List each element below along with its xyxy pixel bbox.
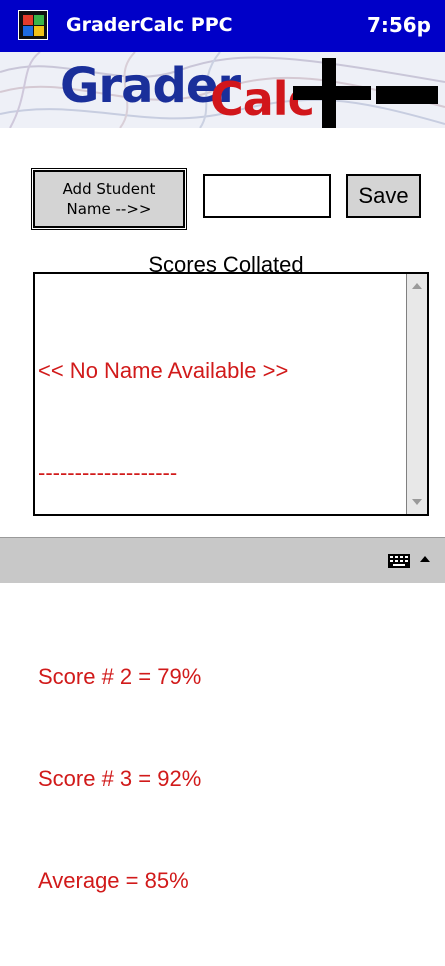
minus-symbol xyxy=(376,86,438,104)
list-item[interactable]: << No Name Available >> xyxy=(38,354,404,388)
title-bar: GraderCalc PPC 7:56p xyxy=(0,0,445,52)
scores-list: << No Name Available >> ----------------… xyxy=(38,286,404,966)
list-item[interactable]: Score # 2 = 79% xyxy=(38,660,404,694)
save-button[interactable]: Save xyxy=(346,174,421,218)
list-item[interactable]: ------------------- xyxy=(38,456,404,490)
clock[interactable]: 7:56p xyxy=(367,13,431,37)
logo-banner: Grader Calc xyxy=(0,52,445,128)
keyboard-icon[interactable] xyxy=(388,554,410,568)
add-student-name-button[interactable]: Add Student Name -->> xyxy=(31,168,187,230)
scroll-down-button[interactable] xyxy=(407,490,427,514)
windows-flag-icon[interactable] xyxy=(18,10,48,40)
app-title: GraderCalc PPC xyxy=(66,14,233,36)
chevron-up-icon xyxy=(412,283,422,289)
list-item[interactable]: Average = 85% xyxy=(38,864,404,898)
input-panel-arrow-icon[interactable] xyxy=(420,556,430,562)
vertical-scrollbar[interactable] xyxy=(406,274,427,514)
command-bar xyxy=(0,537,445,583)
chevron-down-icon xyxy=(412,499,422,505)
add-student-label-line1: Add Student xyxy=(62,180,156,198)
scroll-up-button[interactable] xyxy=(407,274,427,298)
plus-symbol-bar xyxy=(293,86,371,100)
scores-list-box[interactable]: << No Name Available >> ----------------… xyxy=(33,272,429,893)
add-student-label-line2: Name -->> xyxy=(66,200,152,218)
student-name-input[interactable] xyxy=(203,174,331,218)
list-item[interactable]: Score # 3 = 92% xyxy=(38,762,404,796)
